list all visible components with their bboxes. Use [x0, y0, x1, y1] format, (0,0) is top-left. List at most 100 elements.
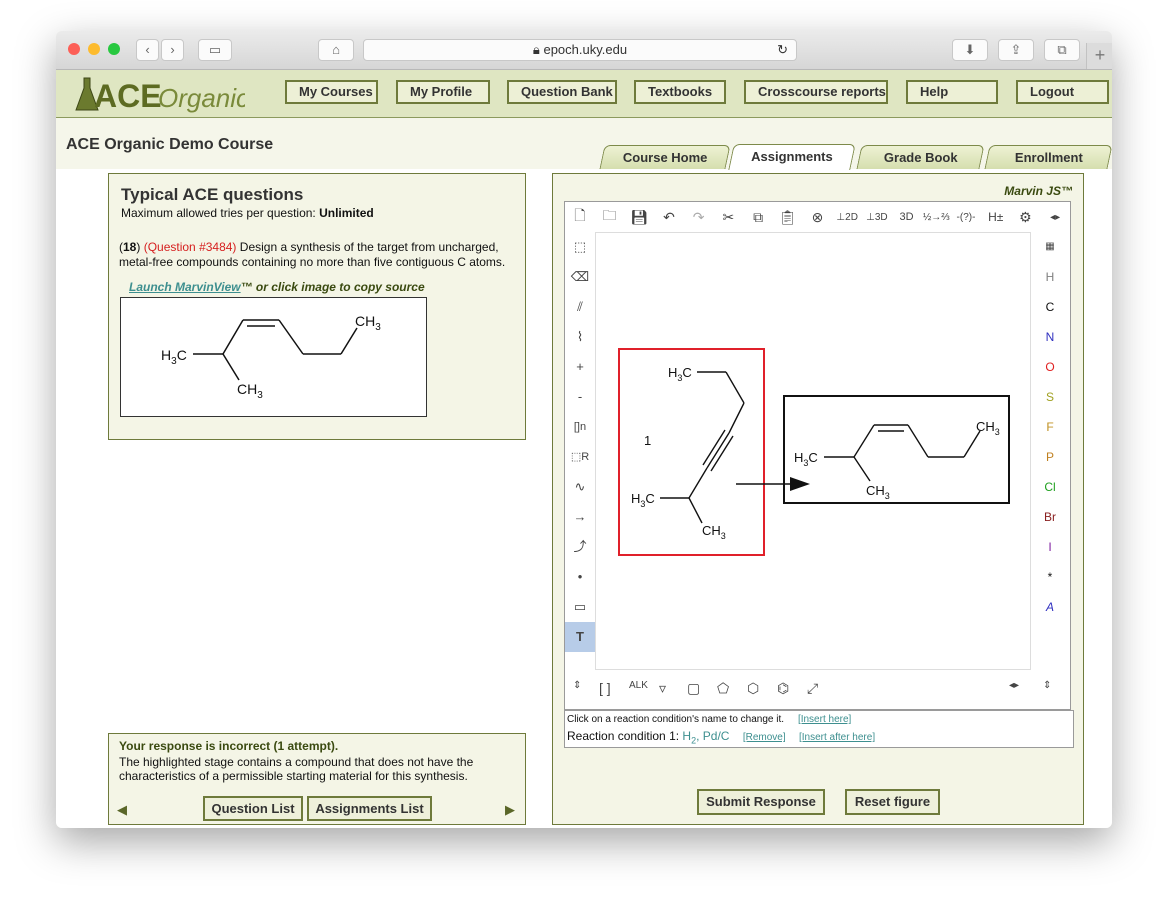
reaction-mapping-icon[interactable]: ½→⅔ [921, 212, 951, 223]
starting-material [660, 371, 745, 524]
close-window-button[interactable] [68, 43, 80, 55]
zoom-window-button[interactable] [108, 43, 120, 55]
tabs-button[interactable]: ⧉ [1044, 39, 1080, 61]
bond-icon[interactable]: ⫽ [565, 292, 595, 322]
remove-link[interactable]: [Remove] [743, 732, 786, 743]
tab-grade-book[interactable]: Grade Book [856, 145, 985, 169]
scroll-up-down-icon[interactable]: ⇕ [573, 680, 581, 691]
nav-question-bank[interactable]: Question Bank [507, 80, 617, 104]
open-folder-icon[interactable]: 🗀 [595, 205, 625, 229]
element-symbol: Br [1044, 510, 1056, 524]
launch-marvinview-link[interactable]: Launch MarvinView [129, 280, 241, 294]
share-button[interactable]: ⇪ [998, 39, 1034, 61]
insert-after-link[interactable]: [Insert after here] [799, 732, 875, 743]
forward-button[interactable]: › [161, 39, 184, 61]
marvin-canvas[interactable]: 1 H3C H3C CH3 H3C CH3 CH3 [595, 232, 1031, 670]
cyclopentane-template-icon[interactable]: ⬠ [717, 680, 729, 697]
text-tool-icon[interactable]: T [565, 622, 595, 652]
resize-diagonal-icon[interactable]: ⤢ [807, 680, 818, 697]
element-C[interactable]: C [1035, 292, 1065, 322]
nav-my-courses[interactable]: My Courses [285, 80, 378, 104]
attachment-icon[interactable]: ∿ [565, 472, 595, 502]
new-document-icon[interactable]: 🗋 [565, 205, 595, 229]
submit-response-button[interactable]: Submit Response [697, 789, 825, 815]
element-H[interactable]: H [1035, 262, 1065, 292]
alkyl-template-icon[interactable]: ALK [629, 680, 648, 691]
benzene-template-icon[interactable]: ⌬ [777, 680, 789, 697]
marvin-label: Marvin JS™ [1004, 184, 1073, 198]
cut-icon[interactable]: ✂ [714, 209, 744, 226]
lone-pair-icon[interactable]: • [565, 562, 595, 592]
nav-textbooks[interactable]: Textbooks [634, 80, 726, 104]
zoom-icon[interactable]: ⊗ [803, 209, 833, 226]
tab-enrollment[interactable]: Enrollment [984, 145, 1112, 169]
new-tab-button[interactable]: + [1086, 43, 1112, 69]
nav-help[interactable]: Help [906, 80, 998, 104]
next-question-icon[interactable]: ▶ [505, 802, 515, 818]
r-group-icon[interactable]: ⬚R [565, 442, 595, 472]
cyclopropane-template-icon[interactable]: ▿ [659, 680, 666, 697]
element-Br[interactable]: Br [1035, 502, 1065, 532]
nav-crosscourse-reports[interactable]: Crosscourse reports [744, 80, 888, 104]
settings-icon[interactable]: ⚙ [1011, 209, 1041, 226]
svg-text:ACE: ACE [94, 78, 162, 114]
target-molecule-image[interactable]: H3C CH3 CH3 [120, 297, 427, 417]
reaction-hint: Click on a reaction condition's name to … [567, 714, 785, 725]
save-icon[interactable]: 💾︎ [624, 209, 654, 226]
address-bar[interactable]: 🔒︎ epoch.uky.edu ↻ [363, 39, 797, 61]
bracket-icon[interactable]: [ ] [599, 680, 611, 696]
sidebar-button[interactable]: ▭ [198, 39, 232, 61]
insert-here-link[interactable]: [Insert here] [798, 714, 851, 725]
increase-charge-icon[interactable]: + [565, 352, 595, 382]
rectangle-icon[interactable]: ▭ [565, 592, 595, 622]
undo-icon[interactable]: ↶ [654, 209, 684, 226]
nav-logout[interactable]: Logout [1016, 80, 1109, 104]
previous-question-icon[interactable]: ◀ [117, 802, 127, 818]
reset-figure-button[interactable]: Reset figure [845, 789, 940, 815]
max-tries-label: Maximum allowed tries per question: [121, 206, 316, 220]
copy-icon[interactable]: ⧉ [743, 209, 773, 226]
tab-assignments[interactable]: Assignments [728, 144, 856, 170]
eraser-icon[interactable]: ⌫ [565, 262, 595, 292]
hydrogen-toggle-icon[interactable]: H± [981, 210, 1011, 224]
s-group-icon[interactable]: []n [565, 412, 595, 442]
element-S[interactable]: S [1035, 382, 1065, 412]
element-O[interactable]: O [1035, 352, 1065, 382]
scroll-up-down-right-icon[interactable]: ⇕ [1043, 680, 1051, 691]
3d-view-icon[interactable]: 3D [892, 211, 922, 223]
element-I[interactable]: I [1035, 532, 1065, 562]
reaction-arrow-icon[interactable]: → [565, 502, 595, 532]
condition-value[interactable]: H2, Pd/C [682, 729, 729, 745]
chain-icon[interactable]: ⌇ [565, 322, 595, 352]
query-bond-icon[interactable]: -(?)- [951, 212, 981, 223]
clean-3d-icon[interactable]: ⊥3D [862, 212, 892, 223]
back-button[interactable]: ‹ [136, 39, 159, 61]
element-Cl[interactable]: Cl [1035, 472, 1065, 502]
element-any[interactable]: * [1035, 562, 1065, 592]
element-N[interactable]: N [1035, 322, 1065, 352]
periodic-table-icon[interactable]: ▦ [1035, 232, 1065, 262]
electron-flow-icon[interactable]: ⤴ [565, 532, 595, 562]
scroll-left-right-icon[interactable]: ◂▸ [1009, 680, 1019, 691]
clean-2d-icon[interactable]: ⊥2D [832, 212, 862, 223]
tab-course-home[interactable]: Course Home [599, 145, 731, 169]
downloads-button[interactable]: ⬇ [952, 39, 988, 61]
selection-icon[interactable]: ⬚ [565, 232, 595, 262]
home-button[interactable]: ⌂ [318, 39, 354, 61]
question-list-button[interactable]: Question List [203, 796, 303, 821]
toolbar-scroll-icon[interactable]: ◂▸ [1040, 212, 1070, 223]
redo-icon[interactable]: ↷ [684, 209, 714, 226]
cyclobutane-template-icon[interactable]: ▢ [687, 680, 700, 697]
paste-icon[interactable]: 📋︎ [773, 209, 803, 226]
decrease-charge-icon[interactable]: - [565, 382, 595, 412]
cyclohexane-template-icon[interactable]: ⬡ [747, 680, 759, 697]
nav-my-profile[interactable]: My Profile [396, 80, 490, 104]
ace-organic-logo[interactable]: ACE Organic [70, 74, 249, 114]
reload-icon[interactable]: ↻ [777, 40, 788, 60]
minimize-window-button[interactable] [88, 43, 100, 55]
reaction-hint-line: Click on a reaction condition's name to … [567, 714, 851, 725]
element-P[interactable]: P [1035, 442, 1065, 472]
element-query-A[interactable]: A [1035, 592, 1065, 622]
assignments-list-button[interactable]: Assignments List [307, 796, 432, 821]
element-F[interactable]: F [1035, 412, 1065, 442]
